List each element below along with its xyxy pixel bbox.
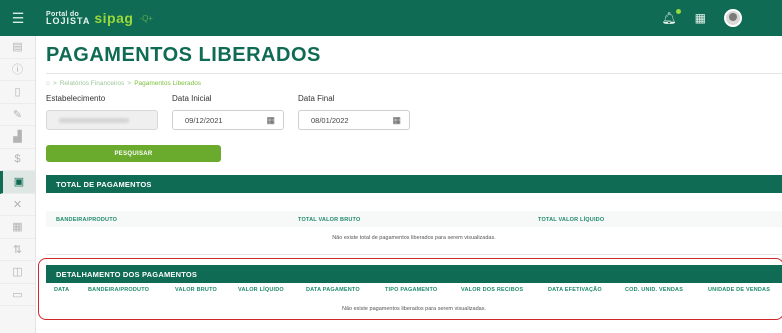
calendar-icon[interactable]: ▦: [392, 115, 401, 126]
col-cod-unid-vendas[interactable]: COD. UNID. VENDAS: [625, 287, 683, 293]
avatar[interactable]: [724, 9, 742, 27]
breadcrumb: ⌂ > Relatórios Financeiros > Pagamentos …: [46, 80, 202, 87]
col-unidade-vendas[interactable]: UNIDADE DE VENDAS: [708, 287, 770, 293]
breadcrumb-current: Pagamentos Liberados: [134, 80, 202, 87]
data-final-input[interactable]: 08/01/2022 ▦: [298, 110, 410, 130]
data-inicial-input[interactable]: 09/12/2021 ▦: [172, 110, 284, 130]
data-inicial-label: Data Inicial: [172, 94, 212, 103]
breadcrumb-relatorios[interactable]: Relatórios Financeiros: [60, 80, 125, 87]
sidebar-pencil-icon[interactable]: ✎: [0, 104, 35, 126]
col-data-efetivacao[interactable]: DATA EFETIVAÇÃO: [548, 287, 602, 293]
data-final-label: Data Final: [298, 94, 335, 103]
brand-logo[interactable]: Portal do LOJISTA sipag -Q+: [46, 10, 153, 26]
page-title: PAGAMENTOS LIBERADOS: [46, 44, 321, 66]
col-tipo-pagamento[interactable]: TIPO PAGAMENTO: [385, 287, 437, 293]
sidebar-phone-icon[interactable]: ▯: [0, 81, 35, 104]
sidebar-dollar-icon[interactable]: $: [0, 149, 35, 171]
sidebar-transfer-icon[interactable]: ⇅: [0, 239, 35, 261]
detail-empty-message: Não existe pagamentos liberados para ser…: [342, 306, 486, 312]
detail-table-header: DATA BANDEIRA/PRODUTO VALOR BRUTO VALOR …: [46, 283, 782, 297]
sidebar-tools-icon[interactable]: ✕: [0, 194, 35, 216]
sidebar-calculator-icon[interactable]: ▦: [0, 216, 35, 239]
sidebar-chart-icon[interactable]: ▟: [0, 126, 35, 149]
col-total-valor-bruto[interactable]: TOTAL VALOR BRUTO: [298, 217, 360, 223]
sidebar-more-icon[interactable]: ▭: [0, 284, 35, 306]
sidebar-doc-icon[interactable]: ▤: [0, 36, 35, 59]
col-valor-recibos[interactable]: VALOR DOS RECIBOS: [461, 287, 523, 293]
notification-dot: [675, 9, 681, 14]
sidebar: ▤ ⓘ ▯ ✎ ▟ $ ▣ ✕ ▦ ⇅ ◫ ▭: [0, 36, 36, 333]
total-section-header: TOTAL DE PAGAMENTOS: [46, 175, 782, 193]
estabelecimento-select[interactable]: [46, 110, 158, 130]
total-empty-message: Não existe total de pagamentos liberados…: [332, 235, 496, 241]
bell-icon[interactable]: 🔔︎: [661, 9, 681, 25]
top-bar: ☰ Portal do LOJISTA sipag -Q+ 🔔︎ ▦: [0, 0, 782, 36]
estabelecimento-label: Estabelecimento: [46, 94, 106, 103]
sidebar-report-icon[interactable]: ▣: [0, 171, 35, 194]
detail-section-header: DETALHAMENTO DOS PAGAMENTOS: [46, 265, 782, 283]
total-section-body: BANDEIRA/PRODUTO TOTAL VALOR BRUTO TOTAL…: [46, 193, 782, 255]
home-icon[interactable]: ⌂: [46, 80, 50, 87]
col-bandeira-produto[interactable]: BANDEIRA/PRODUTO: [56, 217, 117, 223]
main-content: PAGAMENTOS LIBERADOS ⌂ > Relatórios Fina…: [38, 36, 782, 333]
col-valor-bruto[interactable]: VALOR BRUTO: [175, 287, 217, 293]
col-bandeira-produto[interactable]: BANDEIRA/PRODUTO: [88, 287, 149, 293]
hamburger-menu-icon[interactable]: ☰: [0, 10, 36, 27]
sidebar-bag-icon[interactable]: ◫: [0, 261, 35, 284]
apps-grid-icon[interactable]: ▦: [695, 11, 706, 25]
col-data[interactable]: DATA: [54, 287, 69, 293]
col-total-valor-liquido[interactable]: TOTAL VALOR LÍQUIDO: [538, 217, 604, 223]
total-table-header: BANDEIRA/PRODUTO TOTAL VALOR BRUTO TOTAL…: [46, 211, 782, 227]
title-divider: [46, 73, 782, 74]
calendar-icon[interactable]: ▦: [266, 115, 275, 126]
sidebar-info-icon[interactable]: ⓘ: [0, 59, 35, 81]
col-valor-liquido[interactable]: VALOR LÍQUIDO: [238, 287, 284, 293]
col-data-pagamento[interactable]: DATA PAGAMENTO: [306, 287, 360, 293]
search-button[interactable]: PESQUISAR: [46, 145, 221, 162]
